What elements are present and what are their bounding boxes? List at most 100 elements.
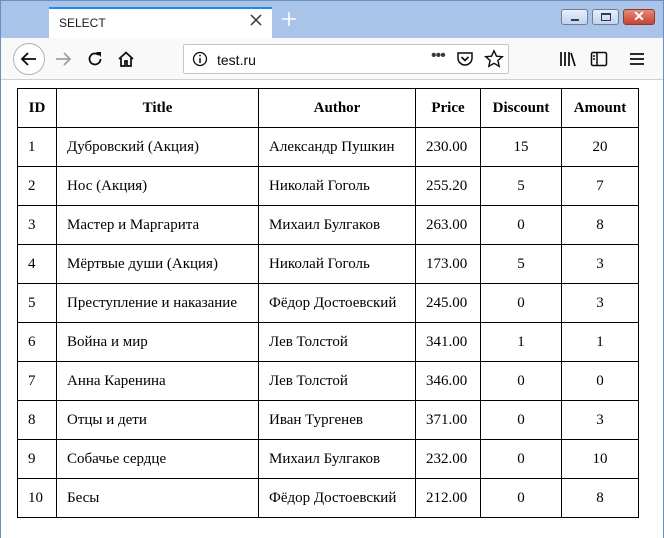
close-icon[interactable] [248,14,264,30]
cell-title: Дубровский (Акция) [56,127,259,167]
cell-amount: 8 [561,205,639,245]
cell-discount: 15 [480,127,562,167]
cell-author: Александр Пушкин [258,127,416,167]
cell-author: Лев Толстой [258,322,416,362]
table-header-row: ID Title Author Price Discount Amount [17,88,639,128]
cell-title: Мёртвые души (Акция) [56,244,259,284]
cell-id: 5 [17,283,57,323]
cell-id: 6 [17,322,57,362]
cell-author: Лев Толстой [258,361,416,401]
browser-window: SELECT ✕ test.ru ••• ID Title Author Pri… [0,0,664,538]
cell-id: 7 [17,361,57,401]
cell-price: 371.00 [415,400,481,440]
tab-title: SELECT [59,16,106,30]
cell-title: Нос (Акция) [56,166,259,206]
header-title: Title [56,88,259,128]
home-button[interactable] [114,47,138,71]
info-icon[interactable] [192,51,208,67]
cell-id: 1 [17,127,57,167]
header-discount: Discount [480,88,562,128]
cell-discount: 1 [480,322,562,362]
menu-button[interactable] [625,47,649,71]
table-row: 2 Нос (Акция) Николай Гоголь 255.20 5 7 [17,166,639,206]
cell-price: 212.00 [415,478,481,518]
table-row: 8 Отцы и дети Иван Тургенев 371.00 0 3 [17,400,639,440]
sidebar-icon [590,51,608,67]
header-price: Price [415,88,481,128]
cell-title: Преступление и наказание [56,283,259,323]
table-row: 3 Мастер и Маргарита Михаил Булгаков 263.00… [17,205,639,245]
maximize-icon [601,13,611,21]
table-row: 1 Дубровский (Акция) Александр Пушкин 230.0… [17,127,639,167]
library-button[interactable] [556,47,580,71]
table-body: 1 Дубровский (Акция) Александр Пушкин 230.0… [17,127,639,518]
cell-discount: 0 [480,205,562,245]
table-row: 4 Мёртвые души (Акция) Николай Гоголь 173.0… [17,244,639,284]
cell-title: Собачье сердце [56,439,259,479]
header-id: ID [17,88,57,128]
menu-icon [630,53,644,65]
plus-icon[interactable] [281,11,297,29]
cell-id: 3 [17,205,57,245]
library-icon [560,52,576,67]
tab-select[interactable]: SELECT [49,7,272,39]
reload-button[interactable] [83,47,107,71]
cell-price: 255.20 [415,166,481,206]
cell-author: Михаил Булгаков [258,439,416,479]
cell-price: 346.00 [415,361,481,401]
forward-button[interactable] [51,47,75,71]
cell-id: 9 [17,439,57,479]
back-arrow-icon [20,52,36,66]
minimize-button[interactable] [561,9,588,25]
table-row: 9 Собачье сердце Михаил Булгаков 232.00 0 10 [17,439,639,479]
close-icon: ✕ [633,8,645,24]
cell-id: 8 [17,400,57,440]
nav-toolbar: test.ru ••• [1,38,663,80]
home-icon [118,51,134,67]
cell-discount: 0 [480,283,562,323]
cell-amount: 20 [561,127,639,167]
table-row: 5 Преступление и наказание Фёдор Достоевск… [17,283,639,323]
page-content: ID Title Author Price Discount Amount 1Д… [1,80,663,538]
cell-discount: 5 [480,166,562,206]
forward-arrow-icon [56,52,72,66]
cell-title: Отцы и дети [56,400,259,440]
cell-price: 263.00 [415,205,481,245]
cell-amount: 3 [561,244,639,284]
window-close-button[interactable]: ✕ [623,8,655,25]
reload-icon [88,52,102,66]
bookmark-star-icon[interactable] [484,49,504,69]
cell-price: 245.00 [415,283,481,323]
pocket-icon[interactable] [456,50,474,68]
cell-amount: 3 [561,283,639,323]
cell-discount: 0 [480,439,562,479]
url-bar[interactable]: test.ru ••• [183,44,509,74]
table-row: 7 Анна Каренина Лев Толстой 346.00 0 0 [17,361,639,401]
minimize-icon [571,19,579,21]
url-text: test.ru [217,52,256,68]
cell-price: 230.00 [415,127,481,167]
cell-amount: 1 [561,322,639,362]
cell-discount: 0 [480,400,562,440]
cell-price: 173.00 [415,244,481,284]
sidebar-button[interactable] [587,47,611,71]
back-button[interactable] [13,43,45,75]
cell-id: 4 [17,244,57,284]
cell-title: Анна Каренина [56,361,259,401]
cell-author: Фёдор Достоевский [258,478,416,518]
cell-price: 232.00 [415,439,481,479]
cell-author: Иван Тургенев [258,400,416,440]
cell-discount: 0 [480,478,562,518]
cell-id: 10 [17,478,57,518]
cell-id: 2 [17,166,57,206]
cell-discount: 0 [480,361,562,401]
books-table: ID Title Author Price Discount Amount 1Д… [17,88,639,518]
maximize-button[interactable] [592,9,619,25]
cell-author: Михаил Булгаков [258,205,416,245]
cell-author: Николай Гоголь [258,166,416,206]
more-dots-icon[interactable]: ••• [431,47,446,65]
cell-author: Николай Гоголь [258,244,416,284]
cell-amount: 8 [561,478,639,518]
header-amount: Amount [561,88,639,128]
cell-author: Фёдор Достоевский [258,283,416,323]
